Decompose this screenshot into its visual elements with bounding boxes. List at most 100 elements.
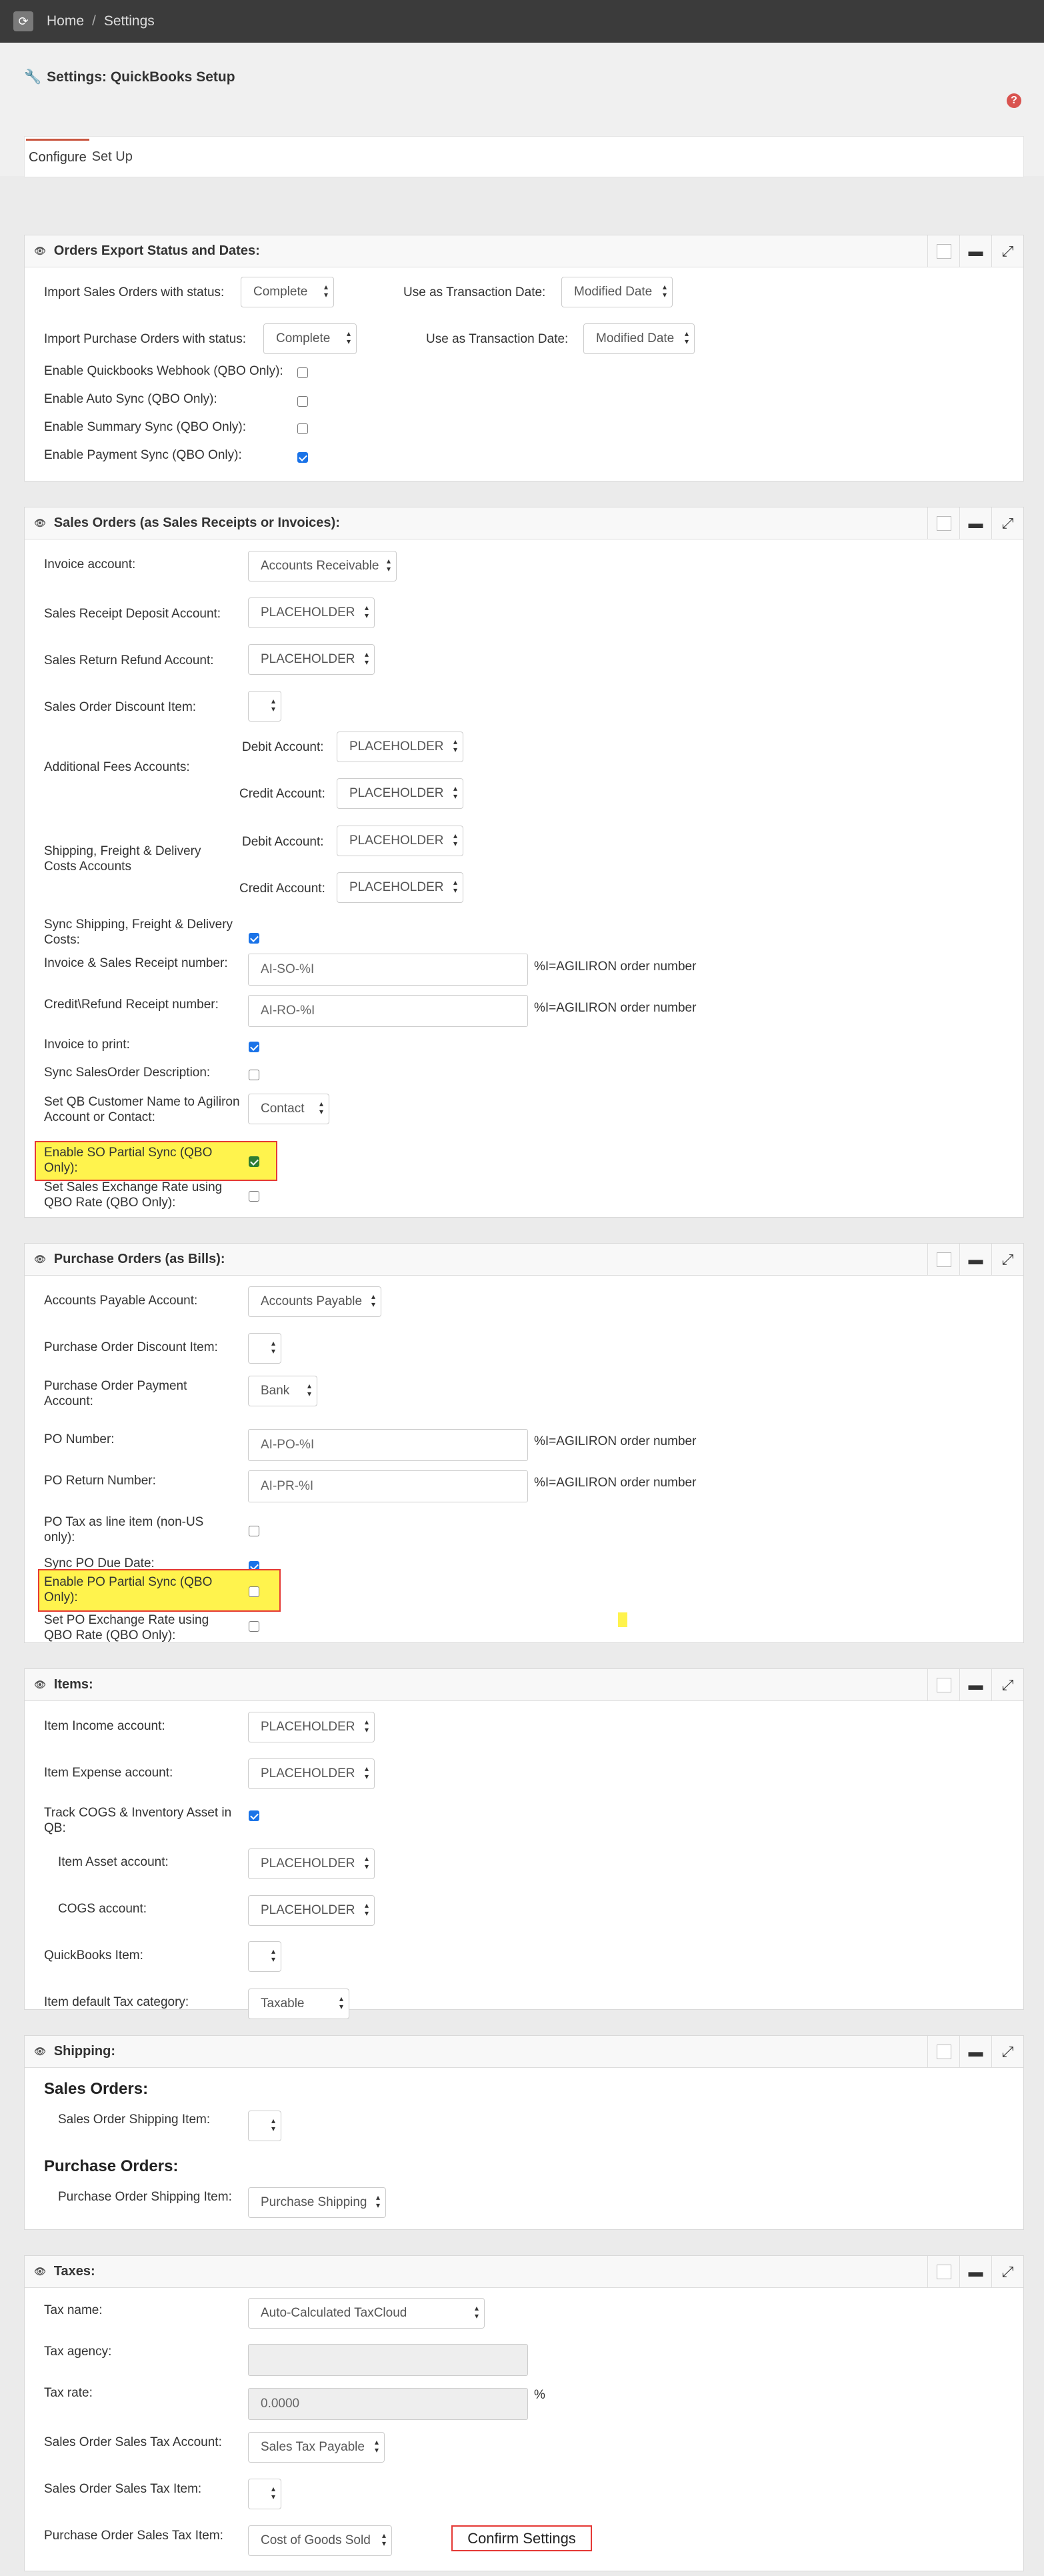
expand-icon[interactable]: ⤢ (991, 2256, 1023, 2288)
fees-debit-label: Debit Account: (242, 740, 324, 754)
collapse-icon[interactable]: ▬ (959, 507, 991, 539)
sync-shipping-checkbox[interactable] (249, 933, 259, 944)
so-exchange-rate-checkbox[interactable] (249, 1191, 259, 1202)
collapse-icon[interactable]: ▬ (959, 1244, 991, 1276)
invoice-number-input[interactable]: AI-SO-%I (248, 954, 528, 986)
panel-tools: ▬ ⤢ (927, 507, 1023, 539)
refund-receipt-input[interactable]: AI-RO-%I (248, 995, 528, 1027)
fees-debit-select[interactable]: PLACEHOLDER (337, 732, 463, 762)
panel-checkbox[interactable] (927, 2256, 959, 2288)
eye-icon[interactable]: 👁 (34, 517, 46, 529)
panel-title: Items: (53, 1677, 93, 1692)
expense-account-select[interactable]: PLACEHOLDER (248, 1758, 375, 1789)
so-tax-account-select[interactable]: Sales Tax Payable (248, 2432, 385, 2463)
po-payment-account-select[interactable]: Bank (248, 1376, 317, 1406)
collapse-icon[interactable]: ▬ (959, 235, 991, 267)
qb-item-label: QuickBooks Item: (44, 1949, 143, 1963)
panel-sales-orders: 👁 Sales Orders (as Sales Receipts or Inv… (24, 507, 1024, 1218)
asset-account-select[interactable]: PLACEHOLDER (248, 1848, 375, 1879)
help-icon[interactable]: ? (1007, 93, 1021, 108)
tab-configure[interactable]: Configure (26, 139, 89, 175)
po-return-input[interactable]: AI-PR-%I (248, 1470, 528, 1502)
deposit-account-select[interactable]: PLACEHOLDER (248, 597, 375, 628)
po-tax-label: PO Tax as line item (non-US only): (44, 1515, 204, 1544)
confirm-settings-button[interactable]: Confirm Settings (451, 2525, 592, 2551)
ap-account-select[interactable]: Accounts Payable (248, 1286, 381, 1317)
po-tax-item-select[interactable]: Cost of Goods Sold (248, 2525, 392, 2556)
eye-icon[interactable]: 👁 (34, 2046, 46, 2057)
purchase-shipping-item-select[interactable]: Purchase Shipping (248, 2187, 386, 2218)
autosync-checkbox[interactable] (297, 396, 308, 407)
po-number-input[interactable]: AI-PO-%I (248, 1429, 528, 1461)
tab-set-up[interactable]: Set Up (89, 140, 135, 174)
panel-header: 👁 Items: (25, 1669, 1023, 1701)
panel-checkbox[interactable] (927, 235, 959, 267)
expand-icon[interactable]: ⤢ (991, 2036, 1023, 2068)
expand-icon[interactable]: ⤢ (991, 235, 1023, 267)
panel-checkbox[interactable] (927, 2036, 959, 2068)
discount-item-select[interactable] (248, 691, 281, 722)
po-partial-sync-checkbox[interactable] (249, 1586, 259, 1597)
eye-icon[interactable]: 👁 (34, 1254, 46, 1265)
fees-credit-select[interactable]: PLACEHOLDER (337, 778, 463, 809)
highlight-mark (618, 1612, 627, 1627)
sales-orders-heading: Sales Orders: (44, 2080, 149, 2098)
panel-title: Sales Orders (as Sales Receipts or Invoi… (53, 515, 340, 530)
invoice-account-select[interactable]: Accounts Receivable (248, 551, 397, 581)
panel-checkbox[interactable] (927, 1244, 959, 1276)
import-sales-label: Import Sales Orders with status: (44, 285, 225, 299)
purchase-transaction-date-select[interactable]: Modified Date (583, 323, 695, 354)
expand-icon[interactable]: ⤢ (991, 1669, 1023, 1701)
import-purchase-status-select[interactable]: Complete (263, 323, 357, 354)
customer-name-select[interactable]: Contact (248, 1094, 329, 1124)
so-tax-item-select[interactable] (248, 2479, 281, 2509)
so-partial-sync-label: Enable SO Partial Sync (QBO Only): (44, 1146, 213, 1175)
po-discount-item-label: Purchase Order Discount Item: (44, 1340, 218, 1354)
app-logo-icon[interactable]: ⟳ (13, 11, 33, 31)
breadcrumb-home[interactable]: Home (47, 13, 84, 29)
eye-icon[interactable]: 👁 (34, 245, 46, 257)
po-discount-item-select[interactable] (248, 1333, 281, 1364)
collapse-icon[interactable]: ▬ (959, 1669, 991, 1701)
panel-checkbox[interactable] (927, 1669, 959, 1701)
panel-header: 👁 Sales Orders (as Sales Receipts or Inv… (25, 507, 1023, 539)
income-account-label: Item Income account: (44, 1719, 165, 1733)
collapse-icon[interactable]: ▬ (959, 2036, 991, 2068)
track-cogs-checkbox[interactable] (249, 1810, 259, 1821)
expand-icon[interactable]: ⤢ (991, 507, 1023, 539)
main-content: 👁 Orders Export Status and Dates: ▬ ⤢ Im… (0, 176, 1044, 2571)
so-partial-sync-checkbox[interactable] (249, 1156, 259, 1167)
tax-category-select[interactable]: Taxable (248, 1989, 349, 2019)
webhook-checkbox[interactable] (297, 367, 308, 378)
panel-taxes: 👁 Taxes: ▬ ⤢ Tax name: Auto-Calculated T… (24, 2255, 1024, 2571)
page-header: 🔧 Settings: QuickBooks Setup ? Configure… (0, 43, 1044, 177)
cogs-account-select[interactable]: PLACEHOLDER (248, 1895, 375, 1926)
sales-transaction-date-select[interactable]: Modified Date (561, 277, 673, 307)
tax-name-select[interactable]: Auto-Calculated TaxCloud (248, 2298, 485, 2329)
sales-shipping-item-select[interactable] (248, 2111, 281, 2141)
shipping-credit-select[interactable]: PLACEHOLDER (337, 872, 463, 903)
refund-account-label: Sales Return Refund Account: (44, 654, 214, 668)
po-tax-item-label: Purchase Order Sales Tax Item: (44, 2529, 223, 2543)
tax-agency-label: Tax agency: (44, 2345, 112, 2359)
po-tax-checkbox[interactable] (249, 1526, 259, 1536)
customer-name-label: Set QB Customer Name to Agiliron Account… (44, 1095, 240, 1124)
payment-sync-checkbox[interactable] (297, 452, 308, 463)
income-account-select[interactable]: PLACEHOLDER (248, 1712, 375, 1742)
import-sales-status-select[interactable]: Complete (241, 277, 334, 307)
shipping-debit-select[interactable]: PLACEHOLDER (337, 826, 463, 856)
panel-checkbox[interactable] (927, 507, 959, 539)
tab-bar: Configure Set Up (24, 136, 1024, 177)
so-exchange-rate-label: Set Sales Exchange Rate using QBO Rate (… (44, 1180, 223, 1210)
expand-icon[interactable]: ⤢ (991, 1244, 1023, 1276)
summary-sync-checkbox[interactable] (297, 423, 308, 434)
invoice-to-print-checkbox[interactable] (249, 1042, 259, 1052)
sync-description-checkbox[interactable] (249, 1070, 259, 1080)
collapse-icon[interactable]: ▬ (959, 2256, 991, 2288)
po-exchange-rate-checkbox[interactable] (249, 1621, 259, 1632)
eye-icon[interactable]: 👁 (34, 2266, 46, 2277)
refund-account-select[interactable]: PLACEHOLDER (248, 644, 375, 675)
qb-item-select[interactable] (248, 1941, 281, 1972)
eye-icon[interactable]: 👁 (34, 1679, 46, 1690)
panel-tools: ▬ ⤢ (927, 1669, 1023, 1701)
